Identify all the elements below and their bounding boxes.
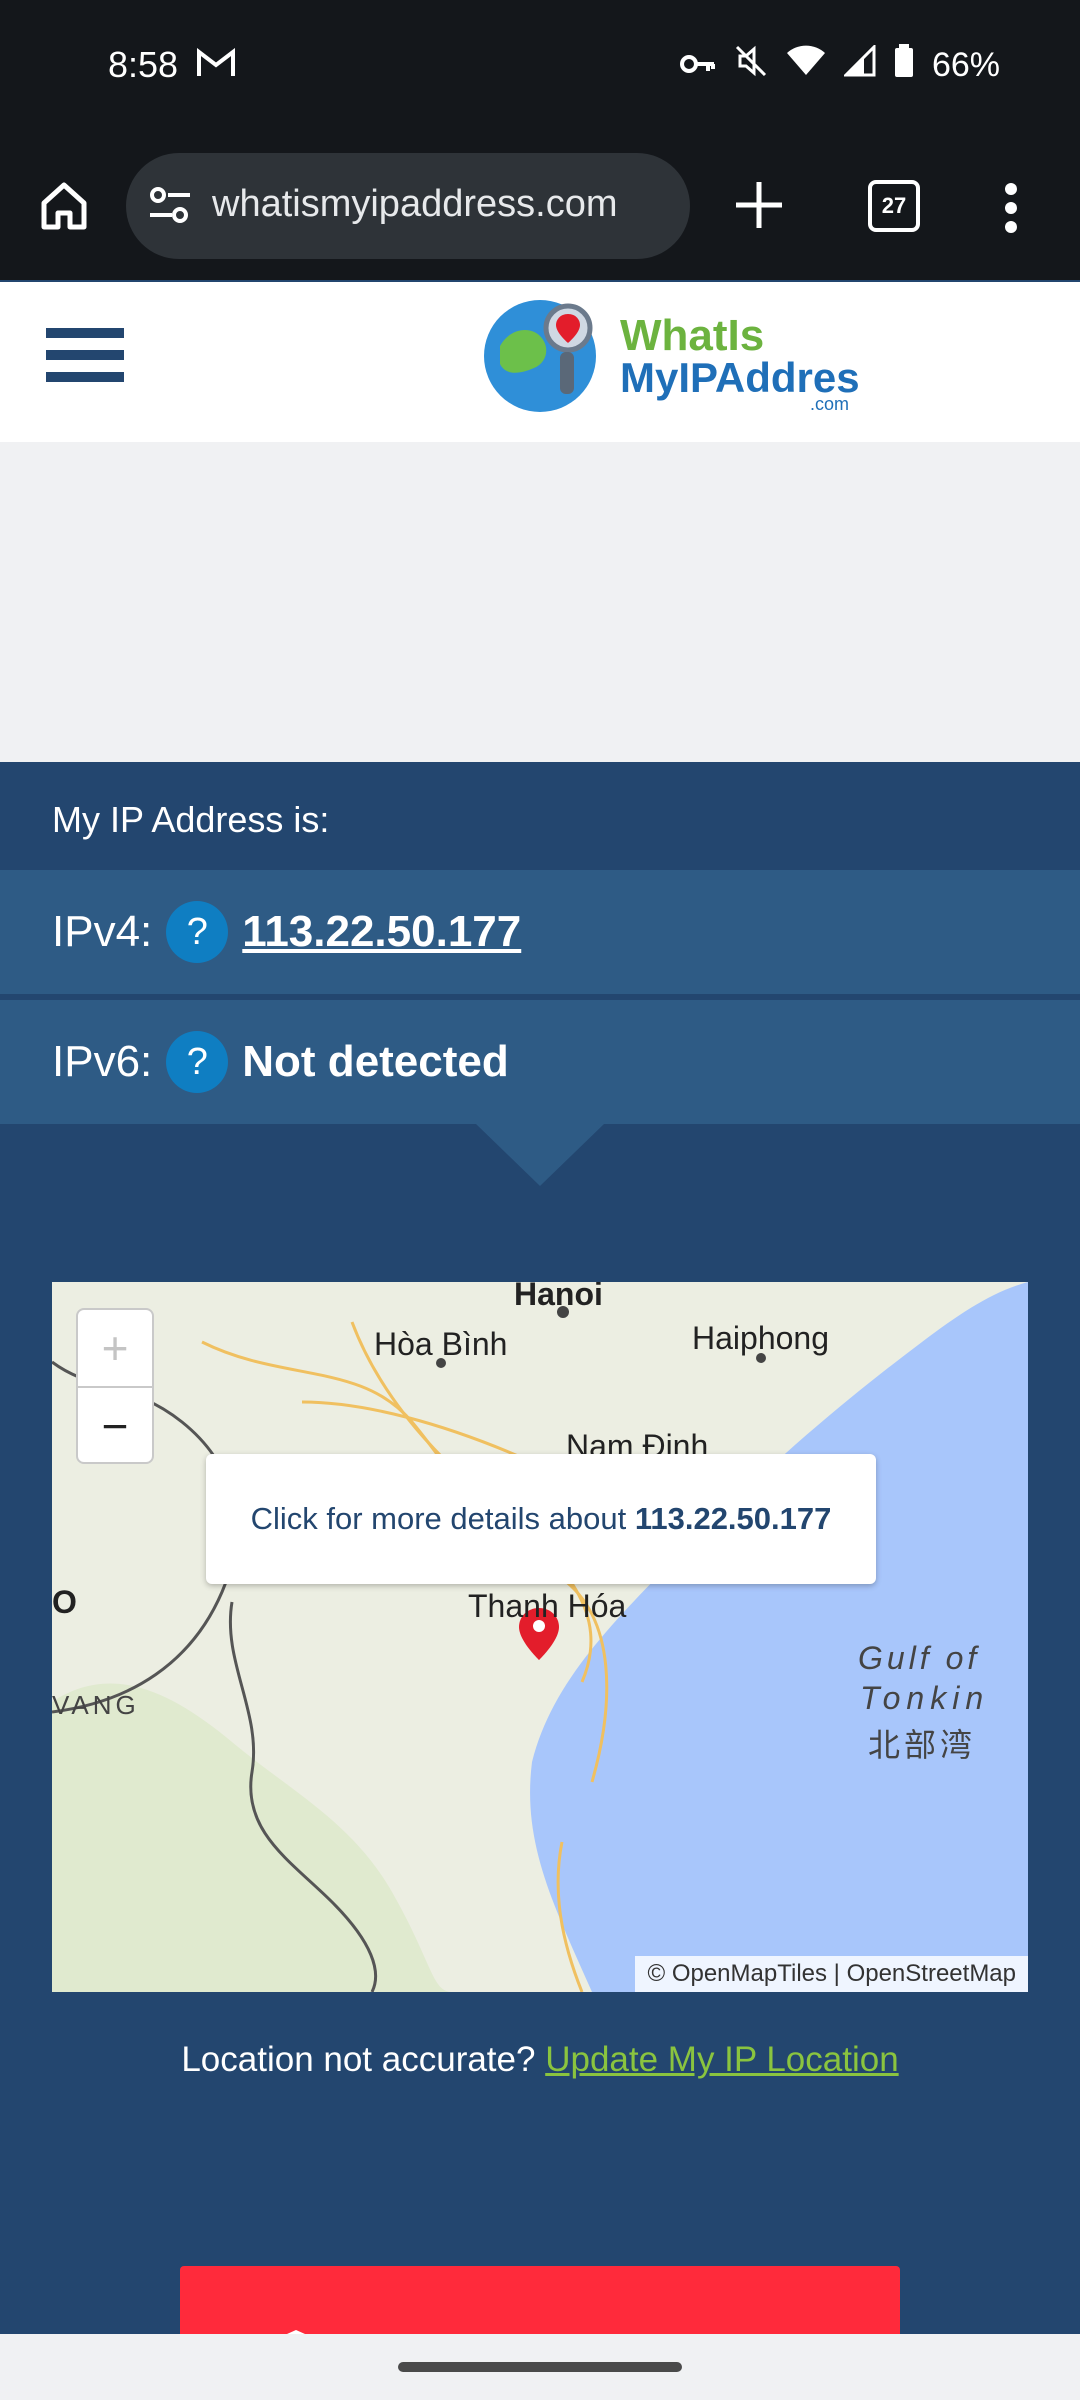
map-attribution[interactable]: © OpenMapTiles | OpenStreetMap (635, 1956, 1028, 1992)
map-zoom-control: + − (76, 1308, 154, 1464)
vpn-key-icon (679, 46, 716, 85)
ipv6-row: IPv6: ? Not detected (0, 1000, 1080, 1124)
svg-text:.com: .com (810, 394, 849, 414)
ipv4-help-icon[interactable]: ? (166, 901, 229, 963)
map-label-thanhhoa: Thanh Hóa (468, 1588, 627, 1624)
update-location-link[interactable]: Update My IP Location (545, 2040, 898, 2079)
gmail-icon (196, 47, 236, 83)
location-map[interactable]: Hanoi Hòa Bình Haiphong Nam Định Thanh H… (52, 1282, 1028, 1992)
mute-icon (734, 44, 768, 87)
url-text[interactable]: whatismyipaddress.com (212, 183, 678, 226)
ad-space (0, 442, 1080, 762)
hamburger-menu-icon[interactable] (46, 328, 124, 386)
ip-heading: My IP Address is: (52, 799, 330, 840)
panel-caret (476, 1124, 604, 1186)
zoom-in-button[interactable]: + (78, 1310, 152, 1388)
battery-percent: 66% (931, 46, 1000, 84)
ipv4-row: IPv4: ? 113.22.50.177 (0, 870, 1080, 994)
signal-icon (842, 43, 876, 86)
site-logo[interactable]: WhatIs MyIPAddress .com (480, 294, 883, 424)
zoom-out-button[interactable]: − (78, 1388, 152, 1464)
site-settings-icon[interactable] (146, 181, 194, 234)
home-handle[interactable] (398, 2362, 682, 2372)
gesture-nav-bar (0, 2334, 1080, 2400)
map-label-gulf-3: 北部湾 (868, 1727, 977, 1763)
map-label-gulf-2: Tonkin (860, 1680, 990, 1716)
address-bar[interactable]: whatismyipaddress.com (126, 153, 690, 259)
map-label-o: O (52, 1584, 77, 1620)
status-time: 8:58 (108, 44, 179, 85)
map-label-haiphong: Haiphong (692, 1320, 829, 1356)
ipv4-label: IPv4: (52, 907, 153, 956)
map-label-hoabinh: Hòa Bình (374, 1326, 508, 1362)
new-tab-icon[interactable] (730, 176, 788, 239)
browser-toolbar: whatismyipaddress.com 27 (0, 140, 1080, 280)
location-not-accurate: Location not accurate? Update My IP Loca… (0, 2040, 1080, 2080)
map-popup[interactable]: Click for more details about 113.22.50.1… (206, 1454, 876, 1584)
ipv6-help-icon[interactable]: ? (166, 1031, 229, 1093)
map-tiles (52, 1282, 1028, 1992)
map-label-vang: VANG (52, 1690, 140, 1720)
popup-ip: 113.22.50.177 (634, 1501, 832, 1536)
site-header: WhatIs MyIPAddress .com (0, 282, 1080, 442)
status-icons: 66% (679, 43, 1000, 87)
svg-text:WhatIs: WhatIs (620, 311, 764, 360)
ip-address-panel: My IP Address is: IPv4: ? 113.22.50.177 … (0, 762, 1080, 1130)
ipv6-label: IPv6: (52, 1037, 153, 1086)
tab-switcher-button[interactable]: 27 (868, 180, 920, 232)
more-options-icon[interactable] (1004, 182, 1018, 239)
location-question: Location not accurate? (181, 2040, 546, 2079)
map-label-gulf-1: Gulf of (858, 1640, 981, 1676)
home-icon[interactable] (34, 175, 94, 235)
status-bar: 8:58 66% (0, 0, 1080, 140)
ipv4-value-link[interactable]: 113.22.50.177 (242, 907, 521, 957)
battery-icon (894, 44, 914, 87)
ipv6-value: Not detected (242, 1037, 509, 1086)
map-label-hanoi: Hanoi (514, 1282, 603, 1312)
popup-text: Click for more details about (250, 1501, 635, 1536)
wifi-icon (786, 45, 826, 86)
